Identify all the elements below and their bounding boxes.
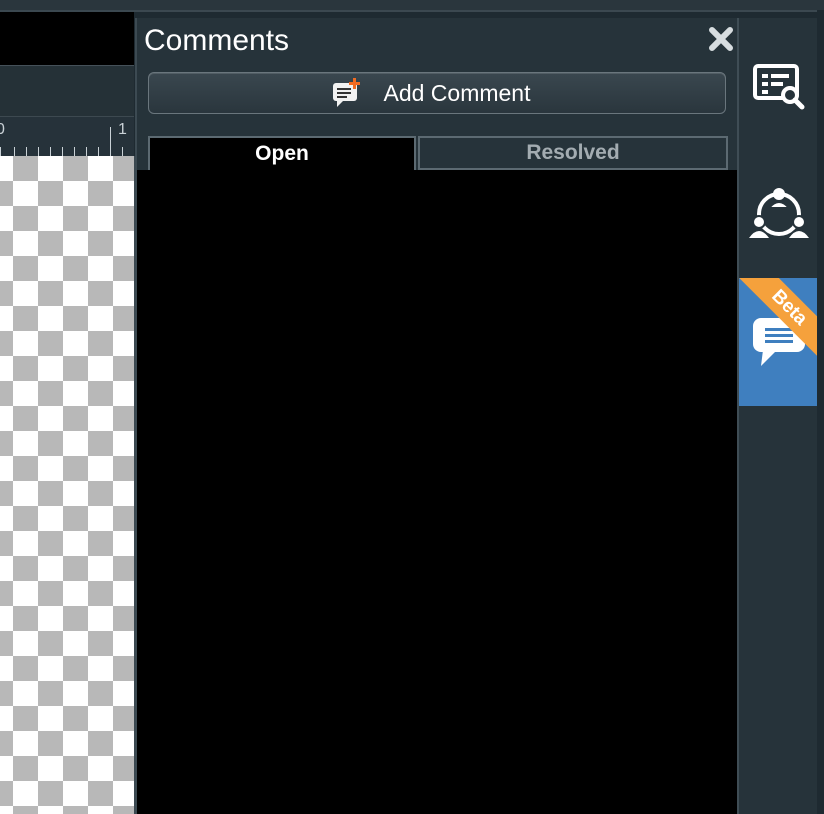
close-button[interactable] bbox=[706, 24, 736, 54]
add-comment-icon bbox=[331, 77, 363, 115]
people-network-icon bbox=[749, 188, 809, 238]
tab-open[interactable]: Open bbox=[148, 136, 416, 170]
add-comment-button[interactable]: Add Comment bbox=[148, 72, 726, 114]
ruler-label: 0 bbox=[0, 121, 5, 138]
right-rail: Beta bbox=[737, 18, 819, 814]
rail-item-inspector[interactable] bbox=[739, 22, 819, 150]
canvas-area: 0 1 bbox=[0, 12, 135, 814]
top-toolbar-edge bbox=[0, 0, 824, 12]
list-search-icon bbox=[753, 64, 805, 110]
ruler-tick bbox=[110, 127, 111, 157]
comment-list[interactable] bbox=[137, 170, 738, 814]
rail-item-collaboration[interactable] bbox=[739, 150, 819, 278]
ruler-label: 1 bbox=[118, 121, 127, 138]
add-comment-label: Add Comment bbox=[383, 79, 531, 106]
panel-title: Comments bbox=[144, 24, 290, 57]
canvas-toolbar bbox=[0, 65, 134, 116]
comment-tabs: Open Resolved bbox=[148, 136, 728, 170]
tab-resolved[interactable]: Resolved bbox=[418, 136, 728, 170]
window-edge bbox=[817, 10, 824, 814]
rail-item-comments[interactable]: Beta bbox=[739, 278, 819, 406]
comments-panel: Comments Add Comment Open Resolved bbox=[135, 18, 738, 814]
horizontal-ruler: 0 1 bbox=[0, 116, 134, 157]
transparent-canvas[interactable] bbox=[0, 156, 135, 814]
canvas-header bbox=[0, 18, 134, 65]
close-icon bbox=[709, 27, 733, 51]
